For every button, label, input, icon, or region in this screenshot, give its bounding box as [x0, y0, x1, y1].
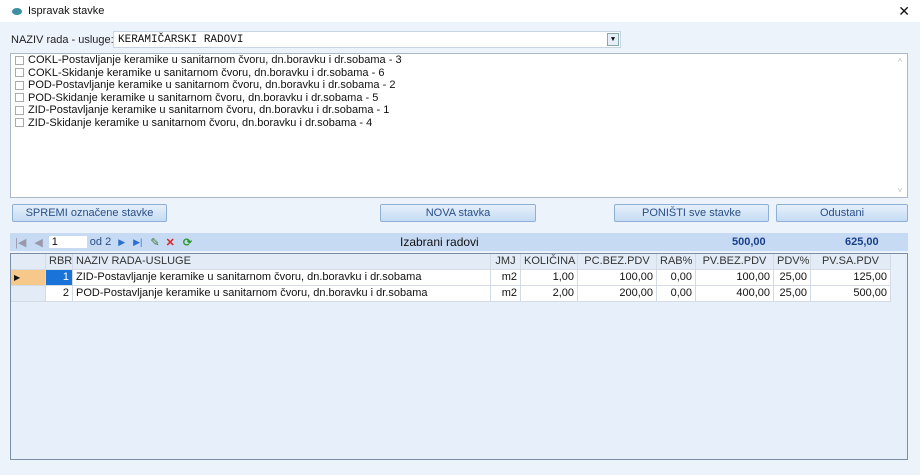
navigator-bar: |◀ ◀ 1 od 2 ▶ ▶| ✎ ✕ ⟳ Izabrani radovi 5…: [10, 233, 908, 251]
column-header[interactable]: RAB%: [657, 254, 696, 270]
naziv-label: NAZIV rada - usluge:: [11, 34, 114, 46]
row-indicator: ▶: [11, 270, 46, 286]
title-bar: Ispravak stavke ✕: [0, 0, 920, 22]
table-cell[interactable]: 2: [46, 286, 73, 302]
column-header[interactable]: RBR: [46, 254, 73, 270]
table-cell[interactable]: 0,00: [657, 270, 696, 286]
first-icon[interactable]: |◀: [15, 236, 26, 249]
refresh-icon[interactable]: ⟳: [183, 236, 192, 249]
item-label: POD-Postavljanje keramike u sanitarnom č…: [28, 79, 396, 92]
checklist-item[interactable]: POD-Postavljanje keramike u sanitarnom č…: [11, 79, 907, 92]
checklist-item[interactable]: POD-Skidanje keramike u sanitarnom čvoru…: [11, 92, 907, 105]
table-cell[interactable]: 0,00: [657, 286, 696, 302]
table-row[interactable]: ▶ 1 ZID-Postavljanje keramike u sanitarnom…: [11, 270, 891, 286]
column-header[interactable]: PDV%: [774, 254, 811, 270]
table-cell[interactable]: POD-Postavljanje keramike u sanitarnom č…: [73, 286, 491, 302]
checkbox[interactable]: [15, 93, 24, 103]
table-cell[interactable]: 125,00: [811, 270, 891, 286]
table-cell[interactable]: ZID-Postavljanje keramike u sanitarnom č…: [73, 270, 491, 286]
item-label: POD-Skidanje keramike u sanitarnom čvoru…: [28, 91, 379, 104]
next-icon[interactable]: ▶: [118, 237, 125, 248]
checkbox[interactable]: [15, 118, 24, 128]
app-icon: [12, 7, 22, 15]
prev-icon[interactable]: ◀: [34, 236, 42, 249]
new-item-button[interactable]: NOVA stavka: [380, 204, 536, 222]
corner-cell: [11, 254, 46, 270]
row-indicator: [11, 286, 46, 302]
checkbox[interactable]: [15, 80, 24, 90]
table-cell[interactable]: 1,00: [521, 270, 578, 286]
checklist-item[interactable]: ZID-Skidanje keramike u sanitarnom čvoru…: [11, 117, 907, 130]
checkbox[interactable]: [15, 105, 24, 115]
edit-icon[interactable]: ✎: [150, 236, 159, 249]
table-cell[interactable]: 100,00: [578, 270, 657, 286]
item-label: COKL-Postavljanje keramike u sanitarnom …: [28, 54, 402, 67]
table-cell[interactable]: 2,00: [521, 286, 578, 302]
table-cell[interactable]: m2: [491, 286, 521, 302]
column-header[interactable]: KOLIČINA: [521, 254, 578, 270]
grid-header: RBR NAZIV RADA-USLUGE JMJ KOLIČINA PC.BEZ.PD…: [11, 254, 891, 270]
grid-title: Izabrani radovi: [400, 235, 479, 249]
column-header[interactable]: NAZIV RADA-USLUGE: [73, 254, 491, 270]
column-header[interactable]: PV.BEZ.PDV: [696, 254, 774, 270]
close-button[interactable]: ✕: [898, 3, 910, 20]
table-cell[interactable]: 500,00: [811, 286, 891, 302]
delete-icon[interactable]: ✕: [166, 236, 175, 249]
items-grid[interactable]: RBR NAZIV RADA-USLUGE JMJ KOLIČINA PC.BEZ.PD…: [10, 253, 908, 460]
total-sa-pdv: 625,00: [845, 236, 879, 248]
checkbox[interactable]: [15, 68, 24, 78]
table-row[interactable]: 2 POD-Postavljanje keramike u sanitarnom …: [11, 286, 891, 302]
column-header[interactable]: JMJ: [491, 254, 521, 270]
page-input[interactable]: 1: [48, 236, 87, 248]
table-cell[interactable]: 200,00: [578, 286, 657, 302]
column-header[interactable]: PV.SA.PDV: [811, 254, 891, 270]
item-label: ZID-Postavljanje keramike u sanitarnom č…: [28, 104, 390, 117]
naziv-combo[interactable]: KERAMIČARSKI RADOVI ▼: [113, 31, 621, 48]
page-count: od 2: [89, 236, 112, 248]
items-checklist[interactable]: COKL-Postavljanje keramike u sanitarnom …: [10, 53, 908, 198]
table-cell[interactable]: 400,00: [696, 286, 774, 302]
checklist-item[interactable]: ZID-Postavljanje keramike u sanitarnom č…: [11, 104, 907, 117]
checklist-item[interactable]: COKL-Postavljanje keramike u sanitarnom …: [11, 54, 907, 67]
table-cell[interactable]: m2: [491, 270, 521, 286]
save-selected-button[interactable]: SPREMI označene stavke: [12, 204, 167, 222]
reset-all-button[interactable]: PONIŠTI sve stavke: [614, 204, 769, 222]
total-bez-pdv: 500,00: [732, 236, 766, 248]
last-icon[interactable]: ▶|: [133, 237, 142, 248]
scrollbar[interactable]: ˄ ˅: [895, 56, 905, 195]
table-cell[interactable]: 1: [46, 270, 73, 286]
table-cell[interactable]: 100,00: [696, 270, 774, 286]
cancel-button[interactable]: Odustani: [776, 204, 908, 222]
column-header[interactable]: PC.BEZ.PDV: [578, 254, 657, 270]
table-cell[interactable]: 25,00: [774, 270, 811, 286]
checklist-item[interactable]: COKL-Skidanje keramike u sanitarnom čvor…: [11, 67, 907, 80]
checkbox[interactable]: [15, 55, 24, 65]
table-cell[interactable]: 25,00: [774, 286, 811, 302]
window-title: Ispravak stavke: [28, 5, 105, 17]
item-label: ZID-Skidanje keramike u sanitarnom čvoru…: [28, 116, 373, 129]
naziv-value: KERAMIČARSKI RADOVI: [118, 34, 244, 46]
chevron-down-icon[interactable]: ▼: [607, 33, 619, 46]
item-label: COKL-Skidanje keramike u sanitarnom čvor…: [28, 66, 385, 79]
